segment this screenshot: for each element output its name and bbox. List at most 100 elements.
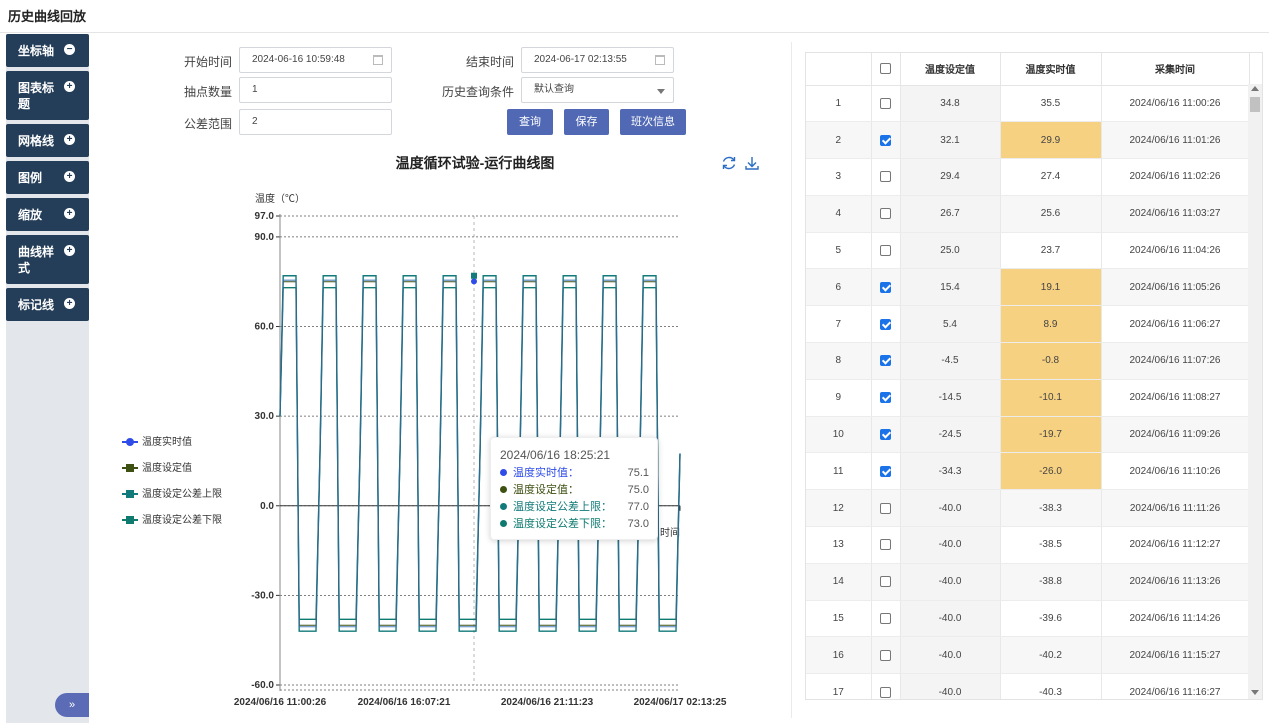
row-select[interactable] — [871, 232, 901, 270]
row-checkbox[interactable] — [880, 245, 891, 257]
row-select[interactable] — [871, 452, 901, 491]
scroll-down-icon[interactable] — [1251, 690, 1259, 695]
row-index: 3 — [806, 158, 872, 196]
table-row[interactable]: 13 -40.0 -38.5 2024/06/16 11:12:27 — [806, 526, 1250, 564]
sidebar-item-curve-style[interactable]: 曲线样式 + — [6, 235, 89, 284]
legend-swatch — [122, 438, 138, 447]
row-index: 6 — [806, 268, 872, 307]
row-select[interactable] — [871, 305, 901, 344]
row-time: 2024/06/16 11:11:26 — [1101, 489, 1250, 528]
row-select[interactable] — [871, 158, 901, 196]
sidebar-item-markline[interactable]: 标记线 + — [6, 288, 89, 321]
row-select[interactable] — [871, 195, 901, 233]
sidebar-item-axis[interactable]: 坐标轴 − — [6, 34, 89, 67]
table-row[interactable]: 17 -40.0 -40.3 2024/06/16 11:16:27 — [806, 673, 1250, 699]
end-time-input[interactable]: 2024-06-17 02:13:55 — [521, 47, 674, 73]
table-row[interactable]: 6 15.4 19.1 2024/06/16 11:05:26 — [806, 268, 1250, 307]
row-checkbox[interactable] — [880, 465, 891, 477]
chart-tooltip: 2024/06/16 18:25:21 温度实时值： 75.1 温度设定值： 75.… — [490, 437, 658, 540]
temperature-chart[interactable]: 温度（℃）97.090.060.030.00.0-30.0-60.0时间2024… — [220, 188, 740, 708]
row-select[interactable] — [871, 563, 901, 601]
row-checkbox[interactable] — [880, 429, 891, 440]
table-row[interactable]: 1 34.8 35.5 2024/06/16 11:00:26 — [806, 85, 1250, 123]
condition-label: 历史查询条件 — [441, 85, 514, 99]
table-row[interactable]: 15 -40.0 -39.6 2024/06/16 11:14:26 — [806, 600, 1250, 638]
data-table: 温度设定值 温度实时值 采集时间 1 34.8 35.5 2024/06/16 11:… — [805, 52, 1263, 700]
points-value: 1 — [252, 84, 258, 95]
row-checkbox[interactable] — [880, 318, 891, 330]
legend-swatch — [122, 464, 138, 473]
sidebar-item-gridlines[interactable]: 网格线 + — [6, 124, 89, 157]
end-time-label: 结束时间 — [465, 55, 514, 69]
row-index: 16 — [806, 636, 872, 675]
row-time: 2024/06/16 11:13:26 — [1101, 563, 1250, 601]
sidebar-item-legend[interactable]: 图例 + — [6, 161, 89, 194]
table-row[interactable]: 11 -34.3 -26.0 2024/06/16 11:10:26 — [806, 452, 1250, 491]
table-scrollbar[interactable] — [1248, 84, 1262, 699]
row-checkbox[interactable] — [880, 281, 891, 293]
legend-item-upper[interactable]: 温度设定公差上限 — [122, 485, 222, 511]
row-setpoint: -40.0 — [900, 636, 1001, 675]
table-row[interactable]: 9 -14.5 -10.1 2024/06/16 11:08:27 — [806, 379, 1250, 417]
row-checkbox[interactable] — [880, 649, 891, 661]
table-row[interactable]: 12 -40.0 -38.3 2024/06/16 11:11:26 — [806, 489, 1250, 528]
table-row[interactable]: 2 32.1 29.9 2024/06/16 11:01:26 — [806, 121, 1250, 160]
row-select[interactable] — [871, 379, 901, 417]
header-select-all[interactable] — [871, 53, 901, 86]
sidebar-item-chart-title[interactable]: 图表标题 + — [6, 71, 89, 120]
row-select[interactable] — [871, 636, 901, 675]
row-select[interactable] — [871, 268, 901, 307]
table-row[interactable]: 4 26.7 25.6 2024/06/16 11:03:27 — [806, 195, 1250, 233]
row-time: 2024/06/16 11:10:26 — [1101, 452, 1250, 491]
table-row[interactable]: 7 5.4 8.9 2024/06/16 11:06:27 — [806, 305, 1250, 344]
row-select[interactable] — [871, 416, 901, 454]
x-tick-label: 2024/06/16 21:11:23 — [501, 697, 594, 708]
x-axis-label: 时间 — [660, 526, 680, 539]
expand-sidebar-button[interactable]: » — [55, 693, 89, 717]
select-all-checkbox[interactable] — [880, 63, 891, 75]
y-tick-label: 30.0 — [255, 411, 275, 422]
query-button[interactable]: 查询 — [507, 109, 553, 135]
condition-select[interactable]: 默认查询 — [521, 77, 674, 103]
row-select[interactable] — [871, 600, 901, 638]
row-select[interactable] — [871, 673, 901, 699]
save-button[interactable]: 保存 — [564, 109, 609, 135]
points-input[interactable]: 1 — [239, 77, 392, 103]
table-row[interactable]: 5 25.0 23.7 2024/06/16 11:04:26 — [806, 232, 1250, 270]
row-checkbox[interactable] — [880, 134, 891, 146]
legend-item-lower[interactable]: 温度设定公差下限 — [122, 511, 222, 537]
legend-item-setpoint[interactable]: 温度设定值 — [122, 459, 222, 485]
tolerance-input[interactable]: 2 — [239, 109, 392, 135]
refresh-icon[interactable] — [721, 155, 737, 171]
row-checkbox[interactable] — [880, 686, 891, 698]
shift-info-button[interactable]: 班次信息 — [620, 109, 686, 135]
row-setpoint: 5.4 — [900, 305, 1001, 344]
sidebar-item-zoom[interactable]: 缩放 + — [6, 198, 89, 231]
scrollbar-thumb[interactable] — [1250, 97, 1260, 112]
scroll-up-icon[interactable] — [1251, 86, 1259, 91]
row-checkbox[interactable] — [880, 171, 891, 183]
row-index: 7 — [806, 305, 872, 344]
row-checkbox[interactable] — [880, 502, 891, 514]
download-icon[interactable] — [744, 155, 760, 171]
row-select[interactable] — [871, 526, 901, 564]
row-select[interactable] — [871, 342, 901, 380]
row-checkbox[interactable] — [880, 612, 891, 624]
row-checkbox[interactable] — [880, 355, 891, 367]
row-select[interactable] — [871, 85, 901, 123]
table-row[interactable]: 16 -40.0 -40.2 2024/06/16 11:15:27 — [806, 636, 1250, 675]
row-checkbox[interactable] — [880, 97, 891, 109]
row-checkbox[interactable] — [880, 539, 891, 551]
sidebar-item-label: 曲线样式 — [18, 245, 55, 275]
row-checkbox[interactable] — [880, 576, 891, 588]
row-checkbox[interactable] — [880, 208, 891, 220]
table-row[interactable]: 14 -40.0 -38.8 2024/06/16 11:13:26 — [806, 563, 1250, 601]
table-row[interactable]: 8 -4.5 -0.8 2024/06/16 11:07:26 — [806, 342, 1250, 380]
start-time-input[interactable]: 2024-06-16 10:59:48 — [239, 47, 392, 73]
table-row[interactable]: 10 -24.5 -19.7 2024/06/16 11:09:26 — [806, 416, 1250, 454]
table-row[interactable]: 3 29.4 27.4 2024/06/16 11:02:26 — [806, 158, 1250, 196]
row-checkbox[interactable] — [880, 392, 891, 404]
row-select[interactable] — [871, 489, 901, 528]
row-select[interactable] — [871, 121, 901, 160]
legend-item-realtime[interactable]: 温度实时值 — [122, 433, 222, 459]
